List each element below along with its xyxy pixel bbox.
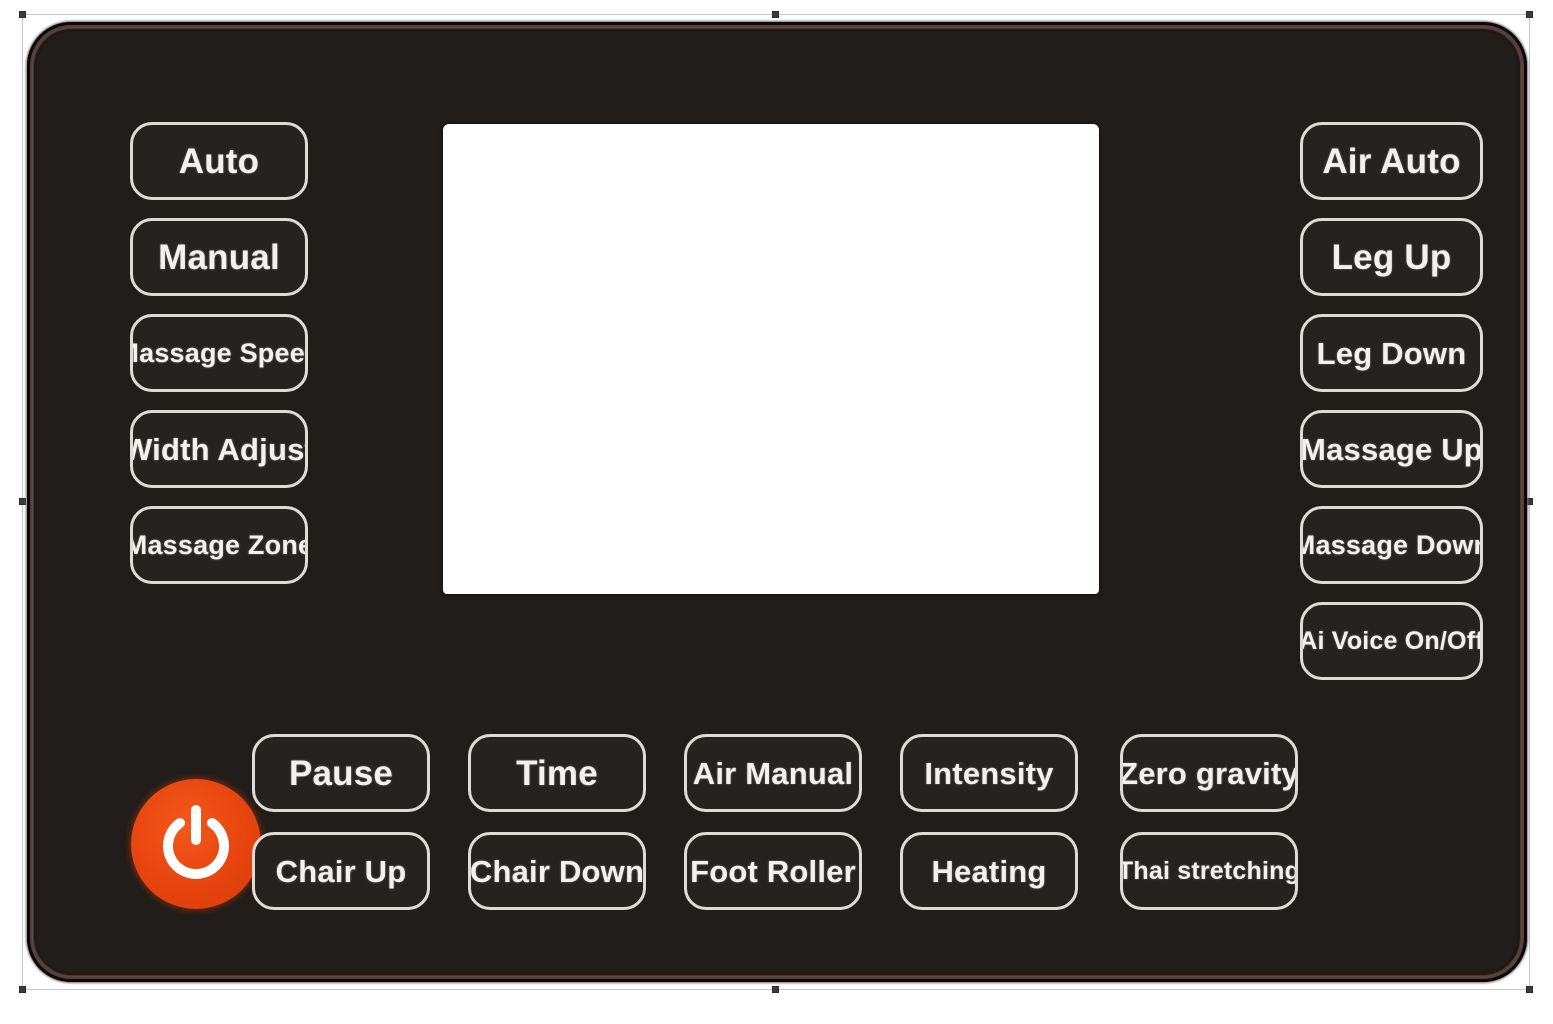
power-icon	[159, 804, 233, 884]
remote-control-panel: Auto Manual Massage Speed Width Adjust M…	[27, 22, 1527, 982]
button-ai-voice-on-off[interactable]: Ai Voice On/Off	[1300, 602, 1483, 680]
button-heating[interactable]: Heating	[900, 832, 1078, 910]
button-chair-up[interactable]: Chair Up	[252, 832, 430, 910]
selection-handle-middle-right[interactable]	[1526, 498, 1533, 505]
button-thai-stretching[interactable]: Thai stretching	[1120, 832, 1298, 910]
button-massage-zone[interactable]: Massage Zone	[130, 506, 308, 584]
button-massage-down[interactable]: Massage Down	[1300, 506, 1483, 584]
selection-handle-top-right[interactable]	[1526, 11, 1533, 18]
selection-handle-top-center[interactable]	[772, 11, 779, 18]
button-intensity[interactable]: Intensity	[900, 734, 1078, 812]
button-time[interactable]: Time	[468, 734, 646, 812]
selection-handle-bottom-left[interactable]	[19, 986, 26, 993]
button-foot-roller[interactable]: Foot Roller	[684, 832, 862, 910]
lcd-display-screen[interactable]	[443, 124, 1099, 594]
button-leg-up[interactable]: Leg Up	[1300, 218, 1483, 296]
button-leg-down[interactable]: Leg Down	[1300, 314, 1483, 392]
selection-handle-middle-left[interactable]	[19, 498, 26, 505]
button-air-auto[interactable]: Air Auto	[1300, 122, 1483, 200]
button-massage-speed[interactable]: Massage Speed	[130, 314, 308, 392]
button-manual[interactable]: Manual	[130, 218, 308, 296]
button-pause[interactable]: Pause	[252, 734, 430, 812]
button-auto[interactable]: Auto	[130, 122, 308, 200]
button-width-adjust[interactable]: Width Adjust	[130, 410, 308, 488]
button-massage-up[interactable]: Massage Up	[1300, 410, 1483, 488]
selection-handle-bottom-right[interactable]	[1526, 986, 1533, 993]
button-zero-gravity[interactable]: Zero gravity	[1120, 734, 1298, 812]
selection-handle-top-left[interactable]	[19, 11, 26, 18]
power-button[interactable]	[131, 779, 261, 909]
selection-handle-bottom-center[interactable]	[772, 986, 779, 993]
button-chair-down[interactable]: Chair Down	[468, 832, 646, 910]
button-air-manual[interactable]: Air Manual	[684, 734, 862, 812]
